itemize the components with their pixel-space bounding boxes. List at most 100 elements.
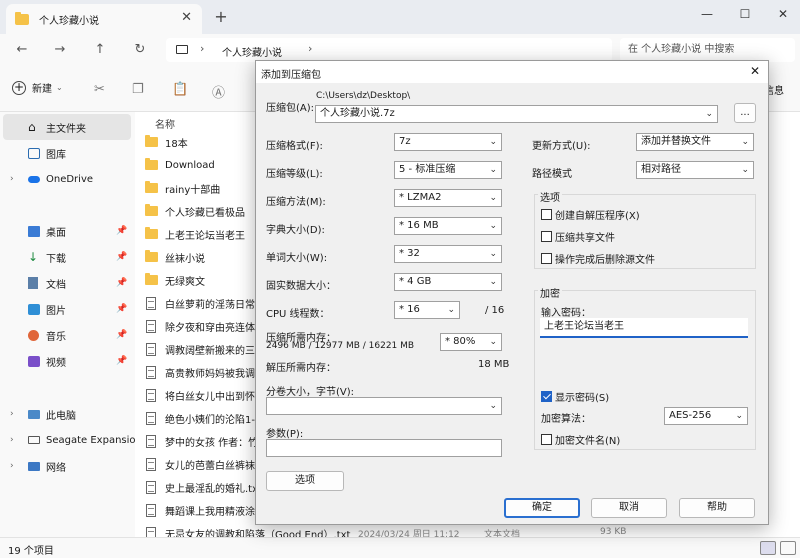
sidebar-item-label: 视频 [46, 357, 66, 369]
drive-icon [28, 436, 40, 444]
tab-close-icon[interactable]: ✕ [181, 10, 192, 25]
threads-value: * 16 [399, 304, 420, 315]
sidebar-item-gallery[interactable]: 图库 [0, 140, 128, 166]
word-select[interactable]: * 32 ⌄ [394, 245, 502, 263]
pin-icon[interactable]: 📌 [116, 330, 127, 340]
format-select[interactable]: 7z ⌄ [394, 133, 502, 151]
sidebar-item-documents[interactable]: 文档 📌 [0, 270, 128, 296]
sidebar-item-network[interactable]: › 网络 [0, 453, 128, 479]
update-select[interactable]: 添加并替换文件 ⌄ [636, 133, 754, 151]
up-icon[interactable]: ↑ [90, 41, 110, 59]
help-button[interactable]: 帮助 [679, 498, 755, 518]
archive-name-combo[interactable]: 个人珍藏小说.7z ⌄ [315, 105, 718, 123]
sidebar-item-label: 文档 [46, 279, 66, 291]
breadcrumb[interactable]: 个人珍藏小说 [222, 44, 282, 59]
encrypt-names-checkbox[interactable]: 加密文件名(N) [541, 432, 620, 447]
cancel-button[interactable]: 取消 [591, 498, 667, 518]
sidebar-item-onedrive[interactable]: › OneDrive [0, 166, 128, 192]
refresh-icon[interactable]: ↻ [130, 41, 150, 59]
tab-folder[interactable]: 个人珍藏小说 ✕ [6, 4, 202, 34]
sidebar-item-label: 主文件夹 [46, 123, 86, 135]
chevron-right-icon[interactable]: › [10, 174, 14, 184]
sfx-checkbox[interactable]: 创建自解压程序(X) [541, 207, 640, 222]
chevron-right-icon[interactable]: › [10, 409, 14, 419]
chevron-right-icon[interactable]: › [200, 42, 204, 55]
pin-icon[interactable]: 📌 [116, 356, 127, 366]
file-name: 梦中的女孩 作者：竹叶 [165, 437, 269, 449]
add-to-archive-dialog: 添加到压缩包 ✕ 压缩包(A): C:\Users\dz\Desktop\ 个人… [255, 60, 769, 525]
folder-icon [145, 158, 158, 170]
threads-select[interactable]: * 16 ⌄ [394, 301, 460, 319]
mem-decomp-value: 18 MB [478, 359, 510, 370]
solid-select[interactable]: * 4 GB ⌄ [394, 273, 502, 291]
sidebar-item-desktop[interactable]: 桌面 📌 [0, 218, 128, 244]
close-window-icon[interactable]: ✕ [770, 4, 796, 26]
chevron-right-icon[interactable]: › [10, 435, 14, 445]
item-count: 19 个项目 [8, 546, 54, 557]
close-icon[interactable]: ✕ [750, 64, 760, 78]
text-file-icon [146, 342, 156, 356]
method-select[interactable]: * LZMA2 ⌄ [394, 189, 502, 207]
ok-button[interactable]: 确定 [504, 498, 580, 518]
chevron-down-icon: ⌄ [489, 277, 497, 287]
new-button[interactable]: + 新建 ⌄ [12, 80, 63, 95]
file-name: 舞蹈课上我用精液涂满 [165, 506, 265, 518]
details-view-icon[interactable] [760, 541, 776, 555]
chevron-down-icon: ⌄ [489, 137, 497, 147]
shared-checkbox[interactable]: 压缩共享文件 [541, 229, 615, 244]
dialog-title: 添加到压缩包 [261, 70, 321, 81]
rename-icon[interactable]: Ⓐ [212, 82, 225, 101]
solid-value: * 4 GB [399, 276, 432, 287]
show-password-checkbox[interactable]: 显示密码(S) [541, 389, 609, 404]
sidebar-item-label: OneDrive [46, 173, 94, 185]
format-label: 压缩格式(F): [266, 141, 323, 152]
address-bar[interactable]: › 个人珍藏小说 › [166, 38, 612, 62]
chevron-down-icon: ⌄ [741, 165, 749, 175]
new-tab-button[interactable]: + [209, 8, 233, 28]
home-icon: ⌂ [28, 120, 36, 134]
text-file-icon [146, 365, 156, 379]
password-input[interactable]: 上老王论坛当老王 [540, 318, 748, 338]
folder-icon [15, 11, 29, 25]
sidebar-item-seagate[interactable]: › Seagate Expansion [0, 427, 142, 453]
delete-after-checkbox[interactable]: 操作完成后删除源文件 [541, 251, 655, 266]
sidebar-item-music[interactable]: 音乐 📌 [0, 322, 128, 348]
forward-icon[interactable]: → [50, 41, 70, 59]
column-header-name[interactable]: 名称 [155, 116, 175, 131]
sidebar-item-downloads[interactable]: ↓ 下载 📌 [0, 244, 128, 270]
paste-icon[interactable]: 📋 [172, 82, 188, 97]
dict-select[interactable]: * 16 MB ⌄ [394, 217, 502, 235]
pathmode-select[interactable]: 相对路径 ⌄ [636, 161, 754, 179]
chevron-right-icon[interactable]: › [308, 42, 312, 55]
search-input[interactable]: 在 个人珍藏小说 中搜索 [620, 38, 795, 62]
copy-icon[interactable]: ❐ [132, 82, 144, 97]
split-select[interactable]: ⌄ [266, 397, 502, 415]
file-name: 调教阔壁新搬来的三妻 [165, 345, 265, 357]
sidebar-item-home[interactable]: ⌂ 主文件夹 [3, 114, 131, 140]
options-button[interactable]: 选项 [266, 471, 344, 491]
enc-method-select[interactable]: AES-256 ⌄ [664, 407, 748, 425]
sidebar-item-videos[interactable]: 视频 📌 [0, 348, 128, 374]
mem-percent-select[interactable]: * 80% ⌄ [440, 333, 502, 351]
browse-button[interactable]: ... [734, 103, 756, 123]
cut-icon[interactable]: ✂ [94, 82, 105, 97]
minimize-icon[interactable]: — [694, 4, 720, 26]
chevron-right-icon[interactable]: › [10, 461, 14, 471]
pin-icon[interactable]: 📌 [116, 252, 127, 262]
archive-label: 压缩包(A): [266, 103, 315, 114]
file-name: 丝袜小说 [165, 253, 205, 265]
pin-icon[interactable]: 📌 [116, 304, 127, 314]
tiles-view-icon[interactable] [780, 541, 796, 555]
back-icon[interactable]: ← [12, 41, 32, 59]
sidebar-item-this-pc[interactable]: › 此电脑 [0, 401, 128, 427]
level-select[interactable]: 5 - 标准压缩 ⌄ [394, 161, 502, 179]
chevron-down-icon[interactable]: ⌄ [705, 106, 713, 122]
computer-icon [176, 45, 188, 54]
maximize-icon[interactable]: ☐ [732, 4, 758, 26]
delete-after-label: 操作完成后删除源文件 [555, 255, 655, 266]
pin-icon[interactable]: 📌 [116, 278, 127, 288]
params-input[interactable] [266, 439, 502, 457]
chevron-down-icon: ⌄ [741, 137, 749, 147]
sidebar-item-pictures[interactable]: 图片 📌 [0, 296, 128, 322]
pin-icon[interactable]: 📌 [116, 226, 127, 236]
